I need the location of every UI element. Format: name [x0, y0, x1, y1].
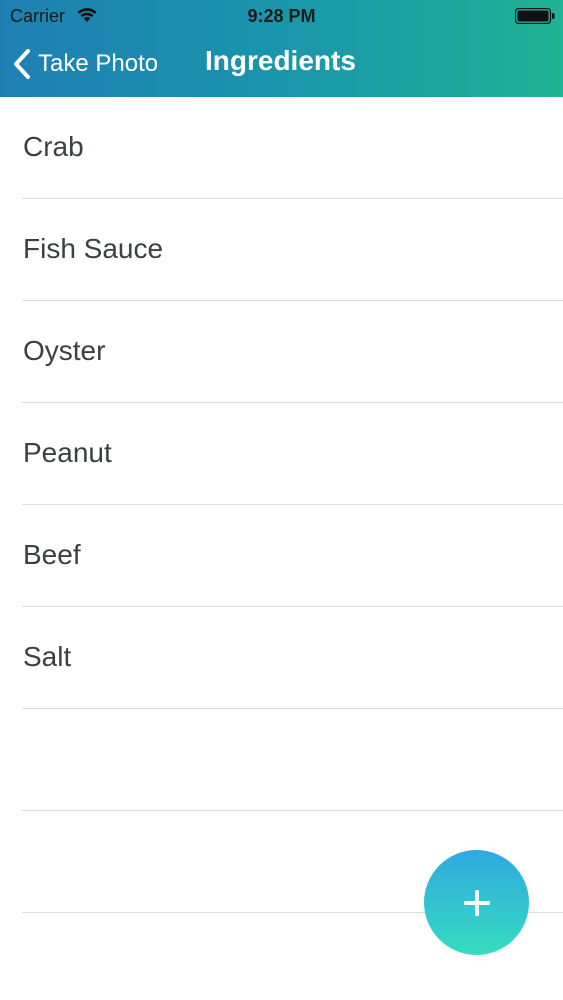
list-item[interactable]: Oyster: [0, 301, 563, 403]
ingredient-label: Beef: [23, 539, 81, 570]
empty-list-item: [0, 709, 563, 811]
back-label: Take Photo: [38, 50, 159, 77]
status-time: 9:28 PM: [247, 6, 316, 26]
ingredients-screen: Carrier 9:28 PM Take Photo Ingredients C…: [0, 0, 563, 1000]
list-item[interactable]: Peanut: [0, 403, 563, 505]
header: Carrier 9:28 PM Take Photo Ingredients: [0, 0, 563, 97]
list-item[interactable]: Crab: [0, 97, 563, 199]
plus-icon: [463, 889, 490, 916]
ingredient-label: Peanut: [23, 437, 112, 468]
ingredient-label: Crab: [23, 131, 84, 162]
ingredient-label: Oyster: [23, 335, 106, 366]
battery-icon: [515, 8, 555, 24]
list-item[interactable]: Fish Sauce: [0, 199, 563, 301]
chevron-left-icon: [14, 49, 30, 79]
navigation-bar: Take Photo Ingredients: [0, 32, 563, 97]
ingredients-list: Crab Fish Sauce Oyster Peanut Beef Salt: [0, 97, 563, 913]
back-button[interactable]: Take Photo: [12, 47, 158, 81]
list-item[interactable]: Salt: [0, 607, 563, 709]
add-ingredient-button[interactable]: [424, 850, 529, 955]
page-title: Ingredients: [205, 45, 356, 76]
ingredient-label: Fish Sauce: [23, 233, 164, 264]
status-bar: Carrier 9:28 PM: [0, 0, 563, 32]
ingredient-label: Salt: [23, 641, 72, 672]
list-item[interactable]: Beef: [0, 505, 563, 607]
